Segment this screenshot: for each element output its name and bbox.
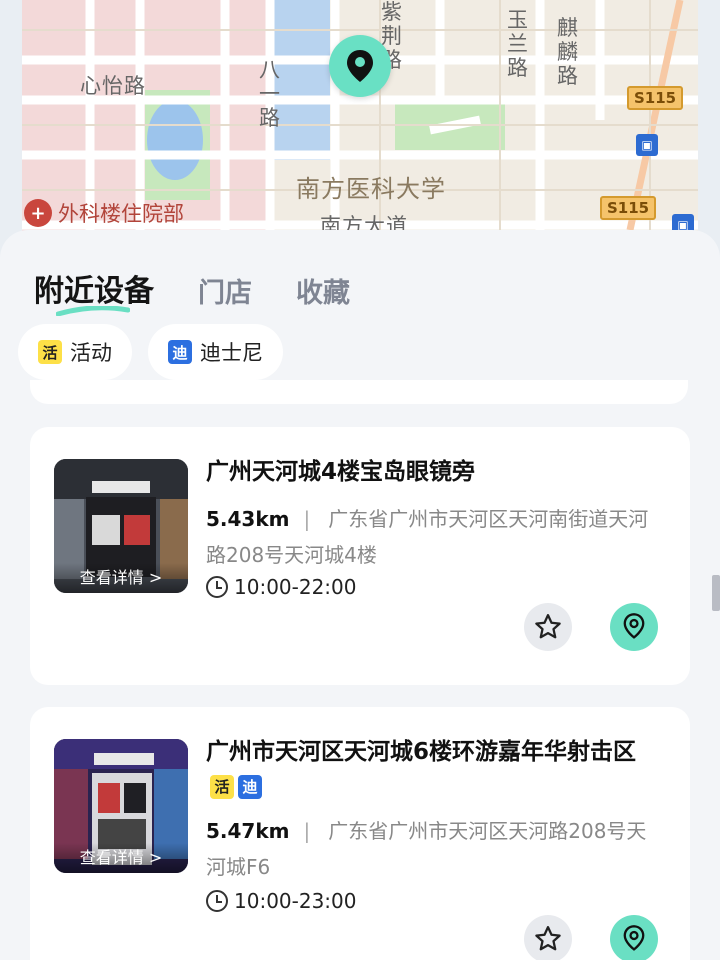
favorite-button[interactable] [524,915,572,960]
chip-label: 活动 [70,341,112,365]
tab-active-indicator [56,306,130,316]
device-distance: 5.47km [206,819,290,843]
map-street-label: 八一路 [259,58,281,131]
device-info: 5.47km | 广东省广州市天河区天河路208号天河城F6 [206,813,662,885]
tab-label: 门店 [198,278,252,309]
map-street-label: 麒麟路 [557,16,579,89]
tab-label: 收藏 [296,278,350,309]
location-pin-icon[interactable] [329,35,391,97]
device-hours: 10:00-22:00 [206,575,357,599]
scrollbar-thumb[interactable] [712,575,720,611]
filter-chip-disney[interactable]: 迪 迪士尼 [148,324,283,380]
hospital-icon: + [24,199,52,227]
navigate-button[interactable] [610,915,658,960]
previous-card-edge [30,380,688,404]
map-poi-hospital[interactable]: + 外科楼住院部 [24,198,184,228]
filter-chips: 活 活动 迪 迪士尼 [18,324,283,380]
map-view[interactable]: 心怡路 八一路 紫荆路 玉兰路 麒麟路 南方医科大学 南方大道 S115 S11… [0,0,720,260]
view-details-link[interactable]: 查看详情 > [54,563,188,593]
chip-label: 迪士尼 [200,341,263,365]
clock-icon [206,890,228,912]
device-thumbnail[interactable]: 查看详情 > [54,739,188,873]
device-hours-text: 10:00-22:00 [234,575,357,599]
device-card[interactable]: 查看详情 > 广州天河城4楼宝岛眼镜旁 5.43km | 广东省广州市天河区天河南街… [30,427,690,685]
map-poi-label: 外科楼住院部 [58,202,184,226]
disney-tag: 迪 [238,775,262,799]
device-card[interactable]: 查看详情 > 广州市天河区天河城6楼环游嘉年华射击区活迪 5.47km | 广东省广… [30,707,690,960]
activity-tag: 活 [210,775,234,799]
navigate-button[interactable] [610,603,658,651]
device-title: 广州市天河区天河城6楼环游嘉年华射击区活迪 [206,735,662,805]
device-list-sheet[interactable]: 附近设备 门店 收藏 活 活动 迪 迪士尼 查看详情 > 广州天河城4楼宝岛眼镜… [0,230,720,960]
tab-favorites[interactable]: 收藏 [296,271,350,310]
disney-badge-icon: 迪 [168,340,192,364]
navigation-pin-icon [623,925,645,951]
route-badge: S115 [627,86,684,110]
device-title: 广州天河城4楼宝岛眼镜旁 [206,459,476,485]
device-title-text: 广州市天河区天河城6楼环游嘉年华射击区 [206,739,637,765]
device-thumbnail[interactable]: 查看详情 > [54,459,188,593]
device-distance: 5.43km [206,507,290,531]
device-info: 5.43km | 广东省广州市天河区天河南街道天河路208号天河城4楼 [206,501,662,573]
activity-badge-icon: 活 [38,340,62,364]
tab-stores[interactable]: 门店 [198,271,252,310]
view-details-link[interactable]: 查看详情 > [54,843,188,873]
device-hours-text: 10:00-23:00 [234,889,357,913]
star-icon [535,614,561,639]
tab-nearby-devices[interactable]: 附近设备 [34,266,154,316]
star-icon [535,926,561,951]
tab-label: 附近设备 [34,274,154,309]
info-separator: | [303,507,311,531]
bus-stop-icon: ▣ [636,134,658,156]
tab-bar: 附近设备 门店 收藏 [34,266,350,316]
map-street-label: 玉兰路 [507,8,529,81]
route-badge: S115 [600,196,657,220]
clock-icon [206,576,228,598]
map-street-label: 心怡路 [80,74,146,98]
favorite-button[interactable] [524,603,572,651]
map-campus-label: 南方医科大学 [296,175,446,203]
navigation-pin-icon [623,613,645,639]
device-hours: 10:00-23:00 [206,889,357,913]
filter-chip-activity[interactable]: 活 活动 [18,324,132,380]
info-separator: | [303,819,311,843]
